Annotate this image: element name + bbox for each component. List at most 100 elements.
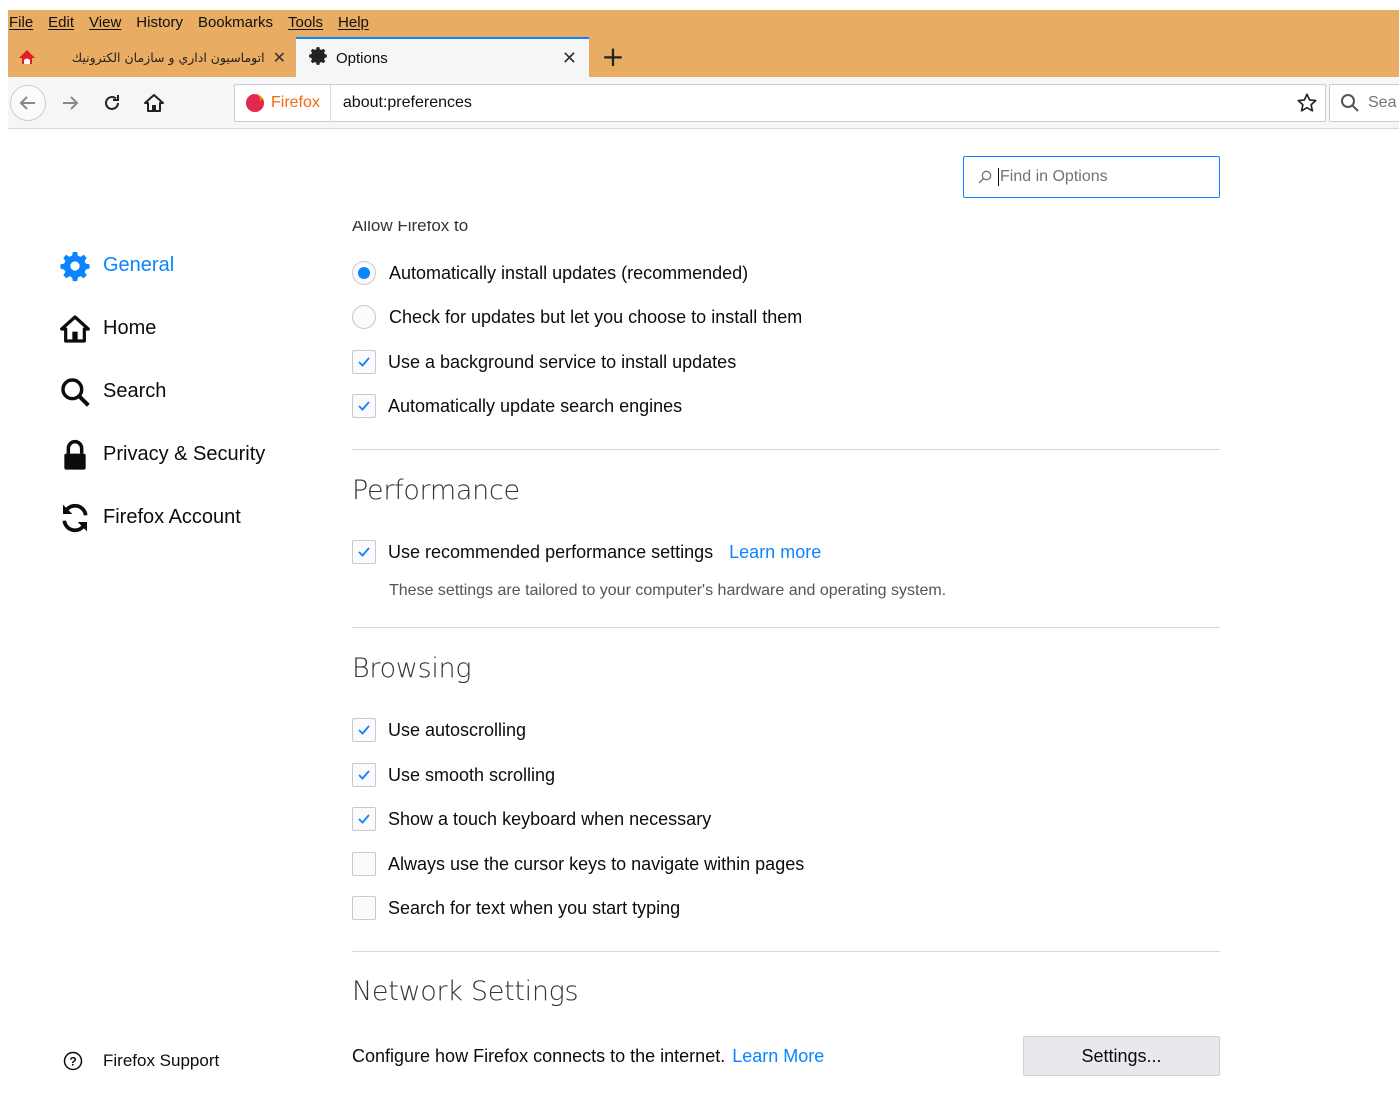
home-icon bbox=[144, 94, 164, 112]
identity-box[interactable]: Firefox bbox=[235, 85, 331, 121]
forward-arrow-icon bbox=[63, 96, 79, 110]
menu-view[interactable]: View bbox=[89, 14, 121, 31]
category-sidebar: General Home Search Privacy & Security F… bbox=[58, 234, 265, 549]
menu-file[interactable]: File bbox=[9, 14, 33, 31]
sidebar-item-home[interactable]: Home bbox=[58, 297, 265, 360]
option-label: Show a touch keyboard when necessary bbox=[388, 808, 712, 829]
tab-close-icon[interactable]: ✕ bbox=[273, 48, 286, 67]
performance-heading: Performance bbox=[352, 475, 520, 506]
performance-learn-more-link[interactable]: Learn more bbox=[729, 542, 821, 563]
recommended-performance-checkbox[interactable]: Use recommended performance settings Lea… bbox=[352, 540, 821, 564]
smooth-scrolling-checkbox[interactable]: Use smooth scrolling bbox=[352, 763, 555, 787]
sidebar-item-label: Home bbox=[103, 317, 157, 339]
tab-options[interactable]: Options ✕ bbox=[296, 37, 589, 77]
option-label: Use a background service to install upda… bbox=[388, 351, 737, 372]
sidebar-item-privacy[interactable]: Privacy & Security bbox=[58, 423, 265, 486]
checkbox-checked[interactable] bbox=[352, 394, 376, 418]
new-tab-button[interactable]: + bbox=[598, 39, 628, 73]
sync-icon bbox=[58, 501, 92, 535]
tab-automation[interactable]: اتوماسیون اداري و سازمان الكترونیك ✕ bbox=[12, 41, 290, 73]
checkmark-icon bbox=[358, 357, 370, 367]
url-text[interactable]: about:preferences bbox=[331, 94, 1289, 112]
background-service-checkbox[interactable]: Use a background service to install upda… bbox=[352, 350, 736, 374]
find-in-options-input[interactable]: Find in Options bbox=[963, 156, 1220, 198]
checkbox-checked[interactable] bbox=[352, 807, 376, 831]
sidebar-item-search[interactable]: Search bbox=[58, 360, 265, 423]
checkmark-icon bbox=[358, 401, 370, 411]
network-settings-button[interactable]: Settings... bbox=[1023, 1036, 1220, 1076]
reload-icon bbox=[105, 95, 119, 110]
find-placeholder: Find in Options bbox=[1000, 168, 1108, 185]
update-search-engines-checkbox[interactable]: Automatically update search engines bbox=[352, 394, 682, 418]
url-bar[interactable]: Firefox about:preferences bbox=[234, 84, 1326, 122]
touch-keyboard-checkbox[interactable]: Show a touch keyboard when necessary bbox=[352, 807, 711, 831]
radio-selected[interactable] bbox=[352, 261, 376, 285]
search-typing-checkbox[interactable]: Search for text when you start typing bbox=[352, 896, 680, 920]
sidebar-item-label: Search bbox=[103, 380, 167, 402]
menu-edit[interactable]: Edit bbox=[48, 14, 74, 31]
checkbox-unchecked[interactable] bbox=[352, 852, 376, 876]
tab-close-icon[interactable]: ✕ bbox=[562, 48, 577, 69]
auto-install-updates-option[interactable]: Automatically install updates (recommend… bbox=[352, 261, 748, 285]
checkbox-checked[interactable] bbox=[352, 718, 376, 742]
tab-strip: اتوماسیون اداري و سازمان الكترونیك ✕ Opt… bbox=[8, 37, 1399, 77]
preferences-content: Find in Options General Home Search Priv… bbox=[8, 130, 1399, 1094]
magnifier-icon bbox=[58, 375, 92, 409]
checkbox-checked[interactable] bbox=[352, 763, 376, 787]
menu-bar: File Edit View History Bookmarks Tools H… bbox=[8, 10, 384, 34]
svg-text:?: ? bbox=[69, 1055, 76, 1069]
cursor-keys-checkbox[interactable]: Always use the cursor keys to navigate w… bbox=[352, 852, 804, 876]
updates-heading-partial: Allow Firefox to bbox=[352, 221, 469, 235]
search-icon bbox=[978, 170, 992, 184]
firefox-logo-icon bbox=[246, 94, 264, 112]
reload-button[interactable] bbox=[94, 85, 130, 121]
star-icon bbox=[1297, 93, 1317, 112]
sidebar-item-label: Firefox Account bbox=[103, 506, 241, 528]
checkmark-icon bbox=[358, 814, 370, 824]
network-learn-more-link[interactable]: Learn More bbox=[732, 1046, 824, 1066]
search-bar[interactable]: Sea bbox=[1329, 84, 1399, 122]
sidebar-item-general[interactable]: General bbox=[58, 234, 265, 297]
text-caret bbox=[998, 168, 999, 186]
bookmark-star-button[interactable] bbox=[1289, 92, 1325, 114]
checkbox-checked[interactable] bbox=[352, 540, 376, 564]
check-updates-option[interactable]: Check for updates but let you choose to … bbox=[352, 305, 802, 329]
option-label: Automatically install updates (recommend… bbox=[389, 262, 749, 283]
site-favicon-icon bbox=[16, 47, 38, 67]
window-top-edge bbox=[0, 0, 1399, 10]
tab-title: اتوماسیون اداري و سازمان الكترونیك bbox=[71, 49, 265, 65]
performance-description: These settings are tailored to your comp… bbox=[389, 582, 947, 599]
back-button[interactable] bbox=[10, 85, 46, 121]
browsing-heading: Browsing bbox=[352, 653, 472, 684]
option-label: Always use the cursor keys to navigate w… bbox=[388, 853, 805, 874]
search-icon bbox=[1341, 94, 1359, 112]
forward-button[interactable] bbox=[52, 85, 88, 121]
checkmark-icon bbox=[358, 725, 370, 735]
option-label: Search for text when you start typing bbox=[388, 897, 681, 918]
sidebar-item-firefox-account[interactable]: Firefox Account bbox=[58, 486, 265, 549]
tab-title: Options bbox=[336, 49, 388, 67]
nav-toolbar: Firefox about:preferences Sea bbox=[8, 77, 1399, 129]
option-label: Use recommended performance settings bbox=[388, 541, 714, 562]
lock-icon bbox=[58, 438, 92, 472]
checkbox-checked[interactable] bbox=[352, 350, 376, 374]
option-label: Check for updates but let you choose to … bbox=[389, 306, 803, 327]
network-settings-heading: Network Settings bbox=[352, 976, 579, 1007]
network-description: Configure how Firefox connects to the in… bbox=[352, 1046, 824, 1067]
firefox-support-link[interactable]: ? Firefox Support bbox=[60, 1048, 219, 1074]
menu-tools[interactable]: Tools bbox=[288, 14, 323, 31]
back-arrow-icon bbox=[19, 96, 35, 110]
gear-icon bbox=[58, 249, 92, 283]
identity-label: Firefox bbox=[271, 94, 320, 111]
checkmark-icon bbox=[358, 770, 370, 780]
autoscrolling-checkbox[interactable]: Use autoscrolling bbox=[352, 718, 526, 742]
sidebar-item-label: General bbox=[103, 254, 175, 276]
checkmark-icon bbox=[358, 547, 370, 557]
radio-unselected[interactable] bbox=[352, 305, 376, 329]
menu-history[interactable]: History bbox=[136, 14, 183, 31]
menu-help[interactable]: Help bbox=[338, 14, 369, 31]
option-label: Use autoscrolling bbox=[388, 719, 527, 740]
menu-bookmarks[interactable]: Bookmarks bbox=[198, 14, 273, 31]
checkbox-unchecked[interactable] bbox=[352, 896, 376, 920]
home-button[interactable] bbox=[136, 85, 172, 121]
